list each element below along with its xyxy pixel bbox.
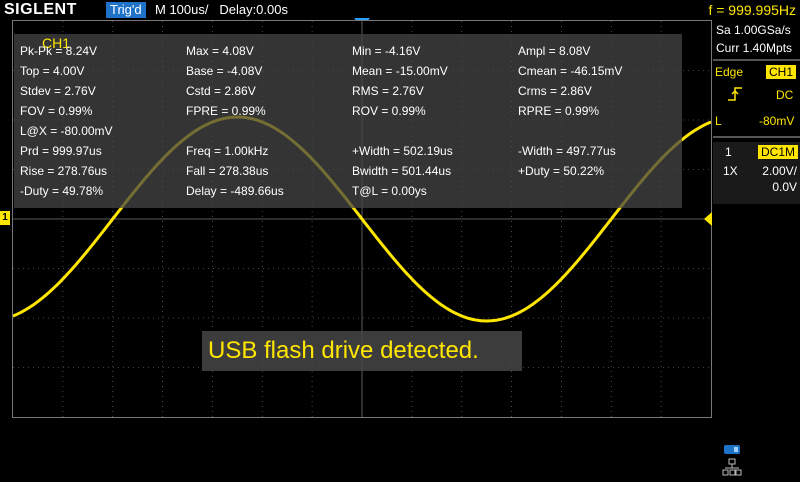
measurement-item: T@L = 0.00ys xyxy=(352,184,427,198)
channel-offset: 0.0V xyxy=(772,180,797,194)
measurement-item: Base = -4.08V xyxy=(186,64,263,78)
measurement-panel: CH1 Pk-Pk = 8.24V Max = 4.08V Min = -4.16V… xyxy=(14,34,682,208)
measurement-item: ROV = 0.99% xyxy=(352,104,426,118)
notification-text: USB flash drive detected. xyxy=(208,337,479,364)
brand-logo: SIGLENT xyxy=(4,1,77,18)
measurement-item: Mean = -15.00mV xyxy=(352,64,448,78)
timebase-value: M 100us/ xyxy=(155,2,209,17)
measurement-item: RMS = 2.76V xyxy=(352,84,424,98)
measurement-item: Pk-Pk = 8.24V xyxy=(20,44,98,58)
measurement-item: Delay = -489.66us xyxy=(186,184,284,198)
measurement-item: Ampl = 8.08V xyxy=(518,44,591,58)
trigger-level-value: -80mV xyxy=(759,114,795,128)
measurement-item: L@X = -80.00mV xyxy=(20,124,113,138)
volts-per-div: 2.00V/ xyxy=(762,164,797,178)
channel-1-info[interactable]: 1 DC1M 1X 2.00V/ 0.0V xyxy=(713,142,800,204)
delay-value: Delay:0.00s xyxy=(219,2,288,17)
measurement-item: -Duty = 49.78% xyxy=(20,184,104,198)
right-info-panel: Sa 1.00GSa/s Curr 1.40Mpts Edge CH1 DC L… xyxy=(713,20,800,480)
top-status-bar: SIGLENT Trig'd M 100us/ Delay:0.00s f = … xyxy=(0,0,800,20)
trigger-type[interactable]: Edge xyxy=(715,65,743,79)
measurement-item: Freq = 1.00kHz xyxy=(186,144,269,158)
network-icon xyxy=(722,458,742,476)
channel-coupling: DC1M xyxy=(758,145,799,159)
measurement-item: Prd = 999.97us xyxy=(20,144,102,158)
measurement-item: FPRE = 0.99% xyxy=(186,104,266,118)
measurement-item: Max = 4.08V xyxy=(186,44,254,58)
usb-notification: USB flash drive detected. xyxy=(202,331,522,371)
measurement-item: Top = 4.00V xyxy=(20,64,85,78)
trigger-level-label: L xyxy=(715,114,722,128)
channel-coupling-label: DC1M xyxy=(758,145,799,159)
measurement-item: Crms = 2.86V xyxy=(518,84,592,98)
measurement-item: Cmean = -46.15mV xyxy=(518,64,623,78)
measurement-item: +Duty = 50.22% xyxy=(518,164,605,178)
memory-depth: Curr 1.40Mpts xyxy=(716,41,793,55)
trigger-source-label: CH1 xyxy=(766,65,797,79)
measurement-item: Min = -4.16V xyxy=(352,44,421,58)
measurement-item: -Width = 497.77us xyxy=(518,144,616,158)
measurement-item: Stdev = 2.76V xyxy=(20,84,96,98)
timebase-readout[interactable]: M 100us/ Delay:0.00s xyxy=(155,0,288,20)
trigger-status-badge: Trig'd xyxy=(106,2,146,18)
sample-rate: Sa 1.00GSa/s xyxy=(716,23,791,37)
measurement-item: RPRE = 0.99% xyxy=(518,104,600,118)
frequency-readout: f = 999.995Hz xyxy=(708,2,796,18)
divider xyxy=(713,136,800,138)
trigger-level-marker[interactable] xyxy=(704,212,712,226)
status-icons xyxy=(722,443,742,477)
measurement-item: FOV = 0.99% xyxy=(20,104,93,118)
measurement-item: +Width = 502.19us xyxy=(352,144,453,158)
trigger-coupling: DC xyxy=(776,88,794,102)
measurement-item: Cstd = 2.86V xyxy=(186,84,256,98)
measurement-item: Bwidth = 501.44us xyxy=(352,164,452,178)
channel-1-offset-marker[interactable]: 1 xyxy=(0,211,10,225)
divider xyxy=(713,59,800,61)
measurement-item: Fall = 278.38us xyxy=(186,164,269,178)
rising-edge-icon xyxy=(727,86,743,105)
probe-ratio: 1X xyxy=(723,164,738,178)
trigger-source[interactable]: CH1 xyxy=(766,65,797,79)
channel-number: 1 xyxy=(725,145,732,159)
measurement-item: Rise = 278.76us xyxy=(20,164,108,178)
